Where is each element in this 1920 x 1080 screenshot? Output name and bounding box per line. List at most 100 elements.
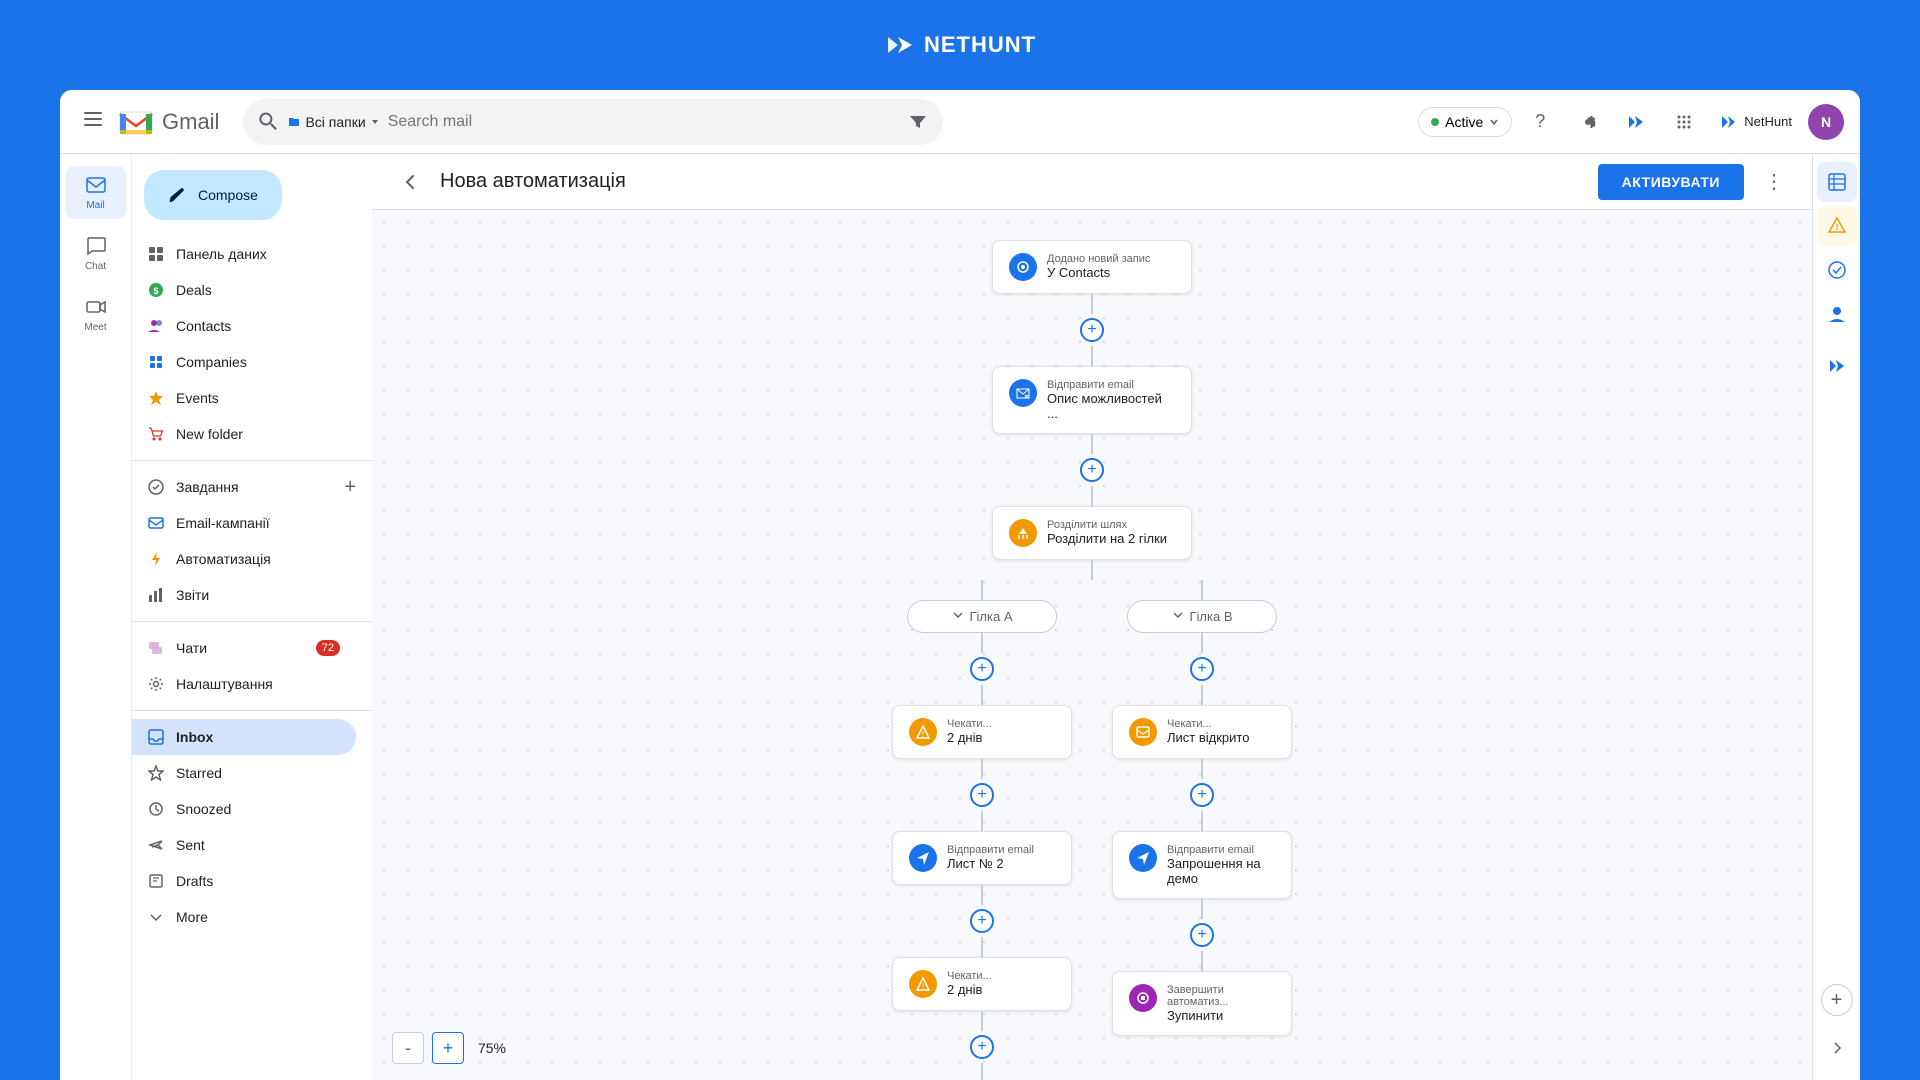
send-email-a2-node[interactable]: Відправити email Лист № 2 <box>892 831 1072 885</box>
svg-text:!: ! <box>1835 222 1838 232</box>
nav-contacts[interactable]: Contacts <box>132 308 356 344</box>
nav-chats[interactable]: Чати 72 <box>132 630 356 666</box>
chats-badge: 72 <box>316 640 340 656</box>
right-panel-scroll-right[interactable] <box>1817 1028 1857 1068</box>
gear-icon <box>1578 112 1598 132</box>
folder-icon <box>287 115 301 129</box>
right-panel-add-button[interactable]: + <box>1821 984 1853 1016</box>
sidebar-item-chat[interactable]: Chat <box>66 227 126 280</box>
branch-b-conn <box>1201 633 1203 653</box>
nav-settings[interactable]: Налаштування <box>132 666 356 702</box>
all-folders-button[interactable]: Всі папки <box>287 114 379 130</box>
wait-b1-label: Чекати... <box>1167 718 1275 730</box>
help-button[interactable]: ? <box>1520 102 1560 142</box>
nav-more[interactable]: More <box>132 899 356 935</box>
nav-companies[interactable]: Companies <box>132 344 356 380</box>
branch-a: Гілка А + ! <box>892 580 1072 1080</box>
right-panel-check-icon[interactable] <box>1817 250 1857 290</box>
branch-a-add-3[interactable]: + <box>970 909 994 933</box>
sent-icon <box>148 837 164 853</box>
nav-dashboard-label: Панель даних <box>176 246 267 262</box>
compose-button[interactable]: Compose <box>144 170 282 220</box>
nav-deals[interactable]: $ Deals <box>132 272 356 308</box>
activate-button[interactable]: АКТИВУВАТИ <box>1598 164 1744 200</box>
end-b-content: Завершити автоматиз... Зупинити <box>1167 984 1275 1023</box>
right-panel-warning-icon[interactable]: ! <box>1817 206 1857 246</box>
branch-b-button[interactable]: Гілка B <box>1127 600 1277 633</box>
search-bar: Всі папки <box>243 99 943 145</box>
connector-4 <box>1091 486 1093 506</box>
gmail-logo: Gmail <box>118 108 219 136</box>
wait-a2-node[interactable]: ! Чекати... 2 днів <box>892 957 1072 1011</box>
search-input[interactable] <box>388 113 902 131</box>
nav-new-folder[interactable]: New folder <box>132 416 356 452</box>
add-btn-1[interactable]: + <box>1080 318 1104 342</box>
zoom-in-button[interactable]: + <box>432 1032 464 1064</box>
settings-button[interactable] <box>1568 102 1608 142</box>
sidebar-item-mail[interactable]: Mail <box>66 166 126 219</box>
nav-starred[interactable]: Starred <box>132 755 356 791</box>
branch-a-add-4[interactable]: + <box>970 1035 994 1059</box>
meet-label: Meet <box>84 322 106 333</box>
automation-canvas[interactable]: Додано новий запис У Contacts + <box>372 210 1812 1080</box>
branch-b-icon <box>1172 611 1184 623</box>
add-btn-2[interactable]: + <box>1080 458 1104 482</box>
branch-split: Гілка А + ! <box>892 580 1292 1080</box>
branch-a-icon <box>952 611 964 623</box>
back-button[interactable] <box>392 164 428 200</box>
wait-b1-node[interactable]: Чекати... Лист відкрито <box>1112 705 1292 759</box>
nav-drafts[interactable]: Drafts <box>132 863 356 899</box>
nav-sent[interactable]: Sent <box>132 827 356 863</box>
zoom-minus-icon: - <box>405 1038 411 1059</box>
branch-a-button[interactable]: Гілка А <box>907 600 1057 633</box>
nethunt-account-button[interactable]: NetHunt <box>1712 109 1800 135</box>
branch-a-add-2[interactable]: + <box>970 783 994 807</box>
split-node[interactable]: Розділити шлях Розділити на 2 гілки <box>992 506 1192 560</box>
end-b-node[interactable]: Завершити автоматиз... Зупинити <box>1112 971 1292 1036</box>
branch-b-add-2[interactable]: + <box>1190 783 1214 807</box>
tasks-add-icon[interactable]: + <box>344 476 356 499</box>
nav-inbox[interactable]: Inbox <box>132 719 356 755</box>
nav-automation-label: Автоматизація <box>176 551 271 567</box>
right-panel-table-icon[interactable] <box>1817 162 1857 202</box>
avatar[interactable]: N <box>1808 104 1844 140</box>
zoom-out-button[interactable]: - <box>392 1032 424 1064</box>
reports-icon <box>148 587 164 603</box>
sidebar-item-meet[interactable]: Meet <box>66 288 126 341</box>
branch-b-add-3[interactable]: + <box>1190 923 1214 947</box>
nav-snoozed-label: Snoozed <box>176 801 231 817</box>
right-panel: ! + <box>1812 154 1860 1080</box>
branch-b-add-1[interactable]: + <box>1190 657 1214 681</box>
contacts-icon <box>148 318 164 334</box>
nav-chats-label: Чати <box>176 640 207 656</box>
hamburger-button[interactable] <box>76 102 110 141</box>
nav-email-campaigns[interactable]: Email-кампанії <box>132 505 356 541</box>
nethunt-icon <box>1626 112 1646 132</box>
trigger-node[interactable]: Додано новий запис У Contacts <box>992 240 1192 294</box>
send-email-icon-1 <box>1009 379 1037 407</box>
nav-dashboard[interactable]: Панель даних <box>132 236 356 272</box>
chat-label: Chat <box>85 261 106 272</box>
nav-reports[interactable]: Звіти <box>132 577 356 613</box>
apps-button[interactable] <box>1664 102 1704 142</box>
wait-a1-content: Чекати... 2 днів <box>947 718 1055 745</box>
header-actions: Active ? <box>1418 102 1844 142</box>
branch-a-add-1[interactable]: + <box>970 657 994 681</box>
wait-a1-node[interactable]: ! Чекати... 2 днів <box>892 705 1072 759</box>
nav-starred-label: Starred <box>176 765 222 781</box>
send-email-node-1[interactable]: Відправити email Опис можливостей ... <box>992 366 1192 434</box>
send-email-b-node[interactable]: Відправити email Запрошення на демо <box>1112 831 1292 899</box>
more-options-button[interactable]: ⋮ <box>1756 164 1792 200</box>
end-b-title: Зупинити <box>1167 1008 1275 1023</box>
nav-reports-label: Звіти <box>176 587 209 603</box>
nav-automation[interactable]: Автоматизація <box>132 541 356 577</box>
chevron-down-icon <box>370 117 380 127</box>
nav-events[interactable]: Events <box>132 380 356 416</box>
nav-tasks[interactable]: Завдання + <box>132 469 372 505</box>
active-status-badge[interactable]: Active <box>1418 107 1512 137</box>
right-panel-nethunt-icon[interactable] <box>1817 346 1857 386</box>
nav-snoozed[interactable]: Snoozed <box>132 791 356 827</box>
deals-icon: $ <box>148 282 164 298</box>
nethunt-extension-button[interactable] <box>1616 102 1656 142</box>
right-panel-person-icon[interactable] <box>1817 294 1857 334</box>
